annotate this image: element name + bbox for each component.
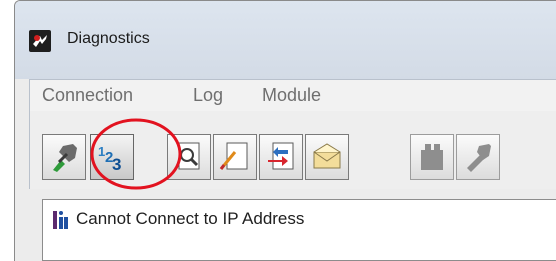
- ip-address-button[interactable]: 1 2 3: [90, 134, 134, 180]
- envelope-icon: [313, 143, 341, 169]
- message-button[interactable]: [305, 134, 349, 180]
- toolbar: 1 2 3: [29, 111, 556, 189]
- status-log-area: Cannot Connect to IP Address: [42, 199, 556, 261]
- menu-log[interactable]: Log: [193, 85, 223, 106]
- window-title: Diagnostics: [67, 30, 150, 47]
- app-icon: [29, 30, 51, 52]
- menu-bar: Connection Log Module: [29, 79, 556, 112]
- disconnect-button[interactable]: [42, 134, 86, 180]
- disconnect-icon: [53, 144, 77, 172]
- edit-document-button[interactable]: [213, 134, 257, 180]
- diagnostics-window: Diagnostics Connection Log Module 1 2 3: [14, 0, 556, 261]
- menu-connection[interactable]: Connection: [42, 85, 133, 106]
- module-button[interactable]: [410, 134, 454, 180]
- status-message: Cannot Connect to IP Address: [76, 209, 305, 228]
- title-bar[interactable]: Diagnostics: [15, 1, 556, 79]
- find-icon: [178, 142, 200, 170]
- import-icon: [268, 142, 294, 170]
- wrench-icon: [467, 144, 491, 172]
- edit-document-icon: [219, 142, 248, 170]
- find-button[interactable]: [167, 134, 211, 180]
- menu-module[interactable]: Module: [262, 85, 321, 106]
- tools-button[interactable]: [456, 134, 500, 180]
- status-icon: [53, 211, 68, 229]
- import-button[interactable]: [259, 134, 303, 180]
- module-icon: [421, 144, 443, 170]
- svg-text:3: 3: [112, 155, 121, 174]
- ip-address-icon: 1 2 3: [98, 144, 121, 174]
